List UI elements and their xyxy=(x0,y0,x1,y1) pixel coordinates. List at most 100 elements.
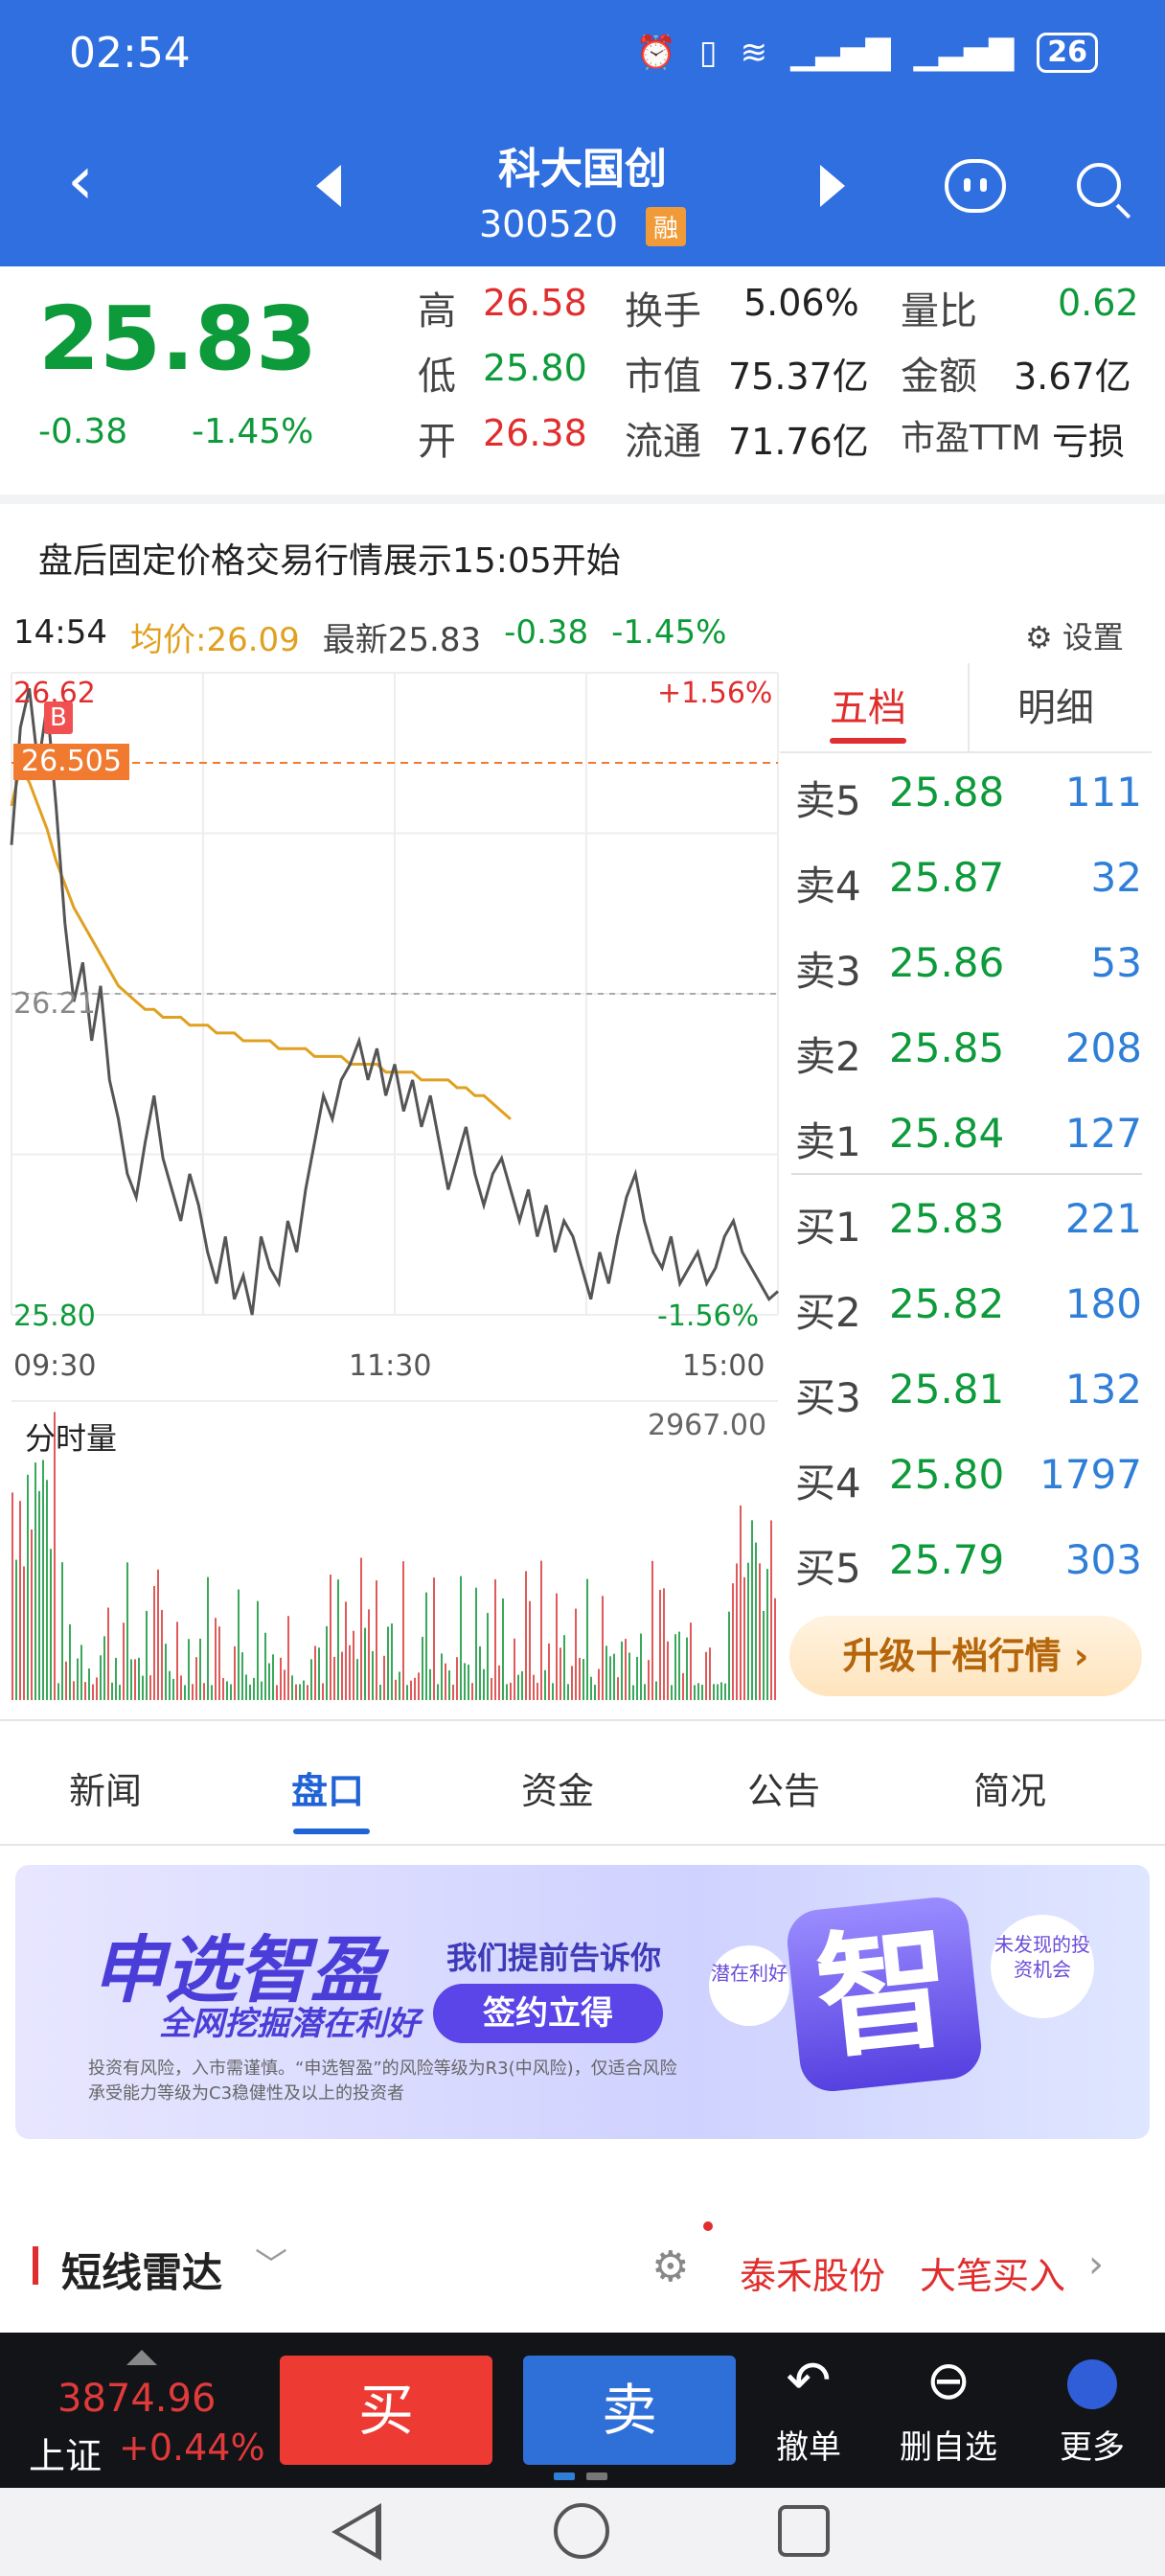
tab-profile[interactable]: 简况 xyxy=(973,1761,1046,1814)
row-label: 买1 xyxy=(795,1204,861,1251)
volume-bar xyxy=(674,1634,676,1700)
volume-bar xyxy=(598,1668,600,1700)
upgrade-ten-level-button[interactable]: 升级十档行情 › xyxy=(789,1616,1142,1696)
stat-value: 25.80 xyxy=(483,347,587,389)
volume-bar xyxy=(245,1674,247,1700)
volume-bar xyxy=(540,1560,542,1700)
assistant-icon[interactable] xyxy=(945,159,1006,213)
volume-bar xyxy=(586,1578,588,1700)
volume-bar xyxy=(395,1679,397,1700)
sell-button[interactable]: 卖 xyxy=(523,2356,736,2465)
banner-risk-note: 投资有风险，入市需谨慎。“申选智盈”的风险等级为R3(中风险)，仅适合风险承受能… xyxy=(88,2058,677,2104)
row-label: 买2 xyxy=(795,1289,861,1336)
avg-price-line xyxy=(10,762,512,1120)
nav-home-icon[interactable] xyxy=(554,2503,609,2559)
volume-bar xyxy=(96,1677,98,1700)
stat-label: 市盈TTM xyxy=(901,419,1041,458)
stat-value: 26.38 xyxy=(483,412,587,454)
volume-bar xyxy=(732,1583,734,1700)
radar-stock[interactable]: 泰禾股份 xyxy=(740,2246,885,2299)
tab-funds[interactable]: 资金 xyxy=(521,1761,594,1814)
volume-bar xyxy=(172,1678,174,1700)
volume-bar xyxy=(203,1683,205,1700)
volume-bar xyxy=(575,1608,577,1700)
volume-bar xyxy=(724,1683,726,1700)
volume-bar xyxy=(651,1560,653,1700)
row-qty: 180 xyxy=(1064,1280,1142,1327)
volume-bar xyxy=(195,1657,197,1700)
tab-news[interactable]: 新闻 xyxy=(69,1761,142,1814)
buy-marker: B xyxy=(44,702,73,734)
volume-bar xyxy=(594,1685,596,1700)
volume-bar xyxy=(468,1665,469,1700)
chevron-down-icon[interactable]: ﹀ xyxy=(255,2239,287,2286)
tab-detail[interactable]: 明细 xyxy=(1017,677,1094,732)
info-latest: 最新25.83 xyxy=(322,621,482,659)
row-price: 25.88 xyxy=(889,769,1005,816)
search-icon[interactable] xyxy=(1077,163,1121,207)
cancel-order-button[interactable]: ↶ 撤单 xyxy=(751,2348,866,2468)
caret-up-icon[interactable] xyxy=(126,2350,157,2365)
volume-bar xyxy=(364,1627,366,1700)
tab-order-book[interactable]: 盘口 xyxy=(291,1761,364,1814)
volume-bar xyxy=(437,1684,439,1700)
banner-sign-button[interactable]: 签约立得 xyxy=(433,1984,663,2043)
row-qty: 1797 xyxy=(1039,1451,1142,1498)
volume-bar xyxy=(188,1639,190,1700)
alarm-icon: ⏰ xyxy=(635,34,676,72)
intraday-chart[interactable] xyxy=(0,663,780,1702)
tab-five-level[interactable]: 五档 xyxy=(830,677,906,732)
volume-bar xyxy=(38,1490,40,1700)
chart-settings-button[interactable]: ⚙ 设置 xyxy=(1025,613,1124,657)
volume-bar xyxy=(310,1659,312,1700)
row-price: 25.83 xyxy=(889,1195,1005,1242)
row-qty: 111 xyxy=(1064,769,1142,816)
remove-watchlist-button[interactable]: ⊖ 删自选 xyxy=(891,2348,1006,2468)
volume-bar xyxy=(226,1681,228,1700)
volume-bar xyxy=(61,1562,63,1700)
chevron-right-icon[interactable]: › xyxy=(1088,2242,1104,2287)
more-button[interactable]: 更多 xyxy=(1035,2348,1150,2468)
row-price: 25.80 xyxy=(889,1451,1005,1498)
app-header: 02:54 ⏰ ▯ ≋ ▁▃▅▇ ▁▃▅▇ 26 ‹ 科大国创 300520 融 xyxy=(0,0,1165,266)
undo-icon: ↶ xyxy=(786,2350,832,2412)
volume-bar xyxy=(111,1682,113,1700)
book-row: 买3 25.81 132 xyxy=(795,1366,1142,1442)
index-name: 上证 xyxy=(29,2435,103,2477)
volume-bar xyxy=(153,1585,155,1700)
volume-bar xyxy=(215,1618,217,1700)
volume-bar xyxy=(636,1656,638,1700)
radar-title[interactable]: 短线雷达 xyxy=(61,2241,222,2299)
volume-bar xyxy=(249,1684,251,1700)
volume-bar xyxy=(130,1659,132,1700)
volume-bar xyxy=(487,1613,489,1700)
nav-recents-icon[interactable] xyxy=(778,2505,830,2557)
volume-bar xyxy=(774,1598,776,1700)
volume-bar xyxy=(88,1668,90,1700)
volume-bar xyxy=(326,1625,328,1700)
volume-bar xyxy=(19,1501,21,1700)
row-label: 买3 xyxy=(795,1374,861,1421)
current-price: 25.83 xyxy=(38,288,318,390)
volume-bar xyxy=(609,1656,611,1700)
chart-info-line: 14:54 均价:26.09 最新25.83 -0.38 -1.45% xyxy=(13,613,726,660)
index-value[interactable]: 3874.96 xyxy=(57,2377,216,2421)
volume-bar xyxy=(65,1661,67,1700)
promo-banner[interactable]: 申选智盈 全网挖掘潜在利好 我们提前告诉你 签约立得 投资有风险，入市需谨慎。“… xyxy=(15,1865,1150,2139)
banner-zhi-logo: 智 xyxy=(784,1894,985,2095)
price-change: -0.38 xyxy=(38,412,128,451)
buy-button[interactable]: 买 xyxy=(280,2356,492,2465)
row-label: 卖4 xyxy=(795,862,861,909)
volume-bar xyxy=(161,1609,163,1700)
volume-bar xyxy=(506,1684,508,1700)
radar-action[interactable]: 大笔买入 xyxy=(920,2246,1065,2299)
gear-icon[interactable]: ⚙ xyxy=(651,2246,689,2288)
next-stock-icon[interactable] xyxy=(820,165,845,207)
volume-bar xyxy=(303,1680,305,1700)
volume-bar xyxy=(763,1610,765,1700)
tab-announcements[interactable]: 公告 xyxy=(747,1761,820,1814)
vibrate-icon: ▯ xyxy=(698,34,718,72)
volume-bar xyxy=(582,1659,584,1700)
volume-bar xyxy=(234,1645,236,1700)
volume-bar xyxy=(759,1563,761,1700)
